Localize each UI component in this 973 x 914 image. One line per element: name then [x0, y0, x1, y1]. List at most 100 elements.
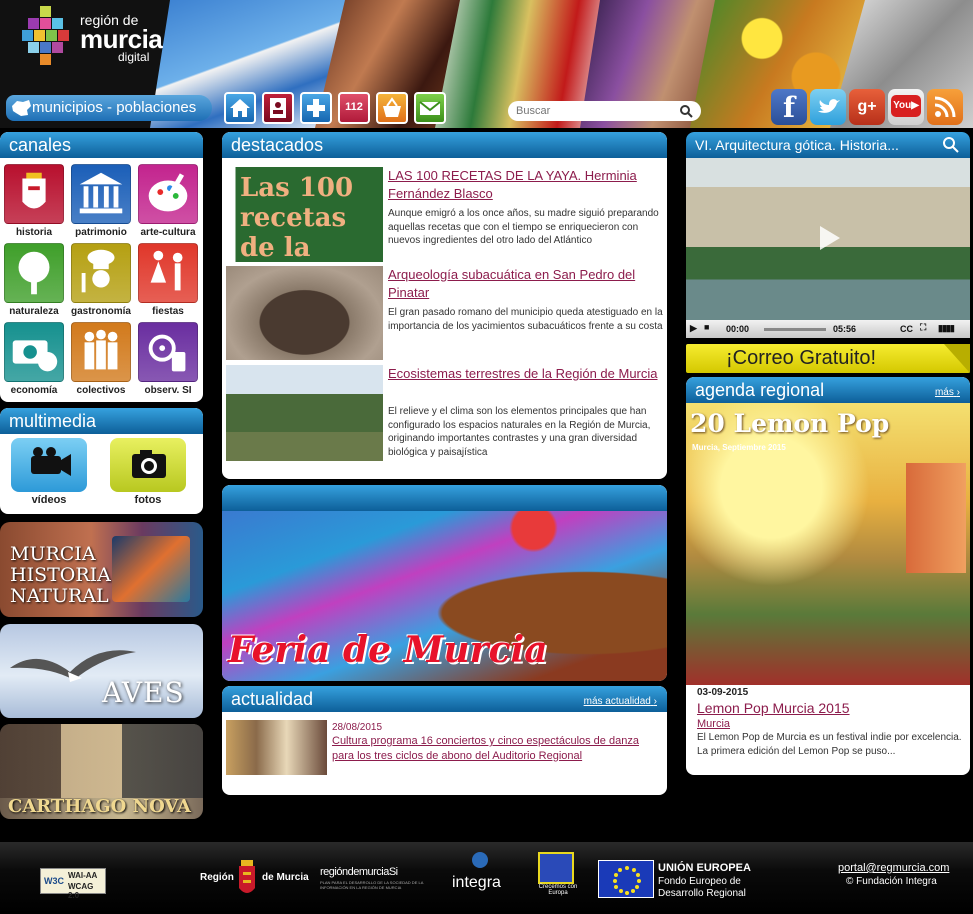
volume-icon[interactable]: ▮▮▮▮: [938, 323, 955, 334]
directory-button[interactable]: [262, 92, 294, 124]
correo-gratuito-button[interactable]: ¡Correo Gratuito!: [686, 344, 970, 373]
control-play-icon[interactable]: ▶: [690, 323, 697, 334]
channel-historia[interactable]: historia: [2, 164, 66, 242]
twitter-button[interactable]: [810, 89, 846, 125]
regionsi-logo[interactable]: regióndemurciaSi PLAN PARA EL DESARROLLO…: [320, 866, 426, 896]
news-item-link[interactable]: Cultura programa 16 conciertos y cinco e…: [332, 734, 652, 764]
w3c-badge[interactable]: W3C WAI-AA WCAG 2.0: [40, 868, 106, 900]
facebook-button[interactable]: f: [771, 89, 807, 125]
crecemos-logo[interactable]: Crecemos con Europa: [538, 852, 578, 904]
channel-colectivos[interactable]: colectivos: [69, 322, 133, 400]
video-frame[interactable]: [686, 158, 970, 320]
agenda-poster[interactable]: 20 Lemon Pop Murcia, Septiembre 2015: [686, 403, 970, 685]
googleplus-button[interactable]: g+: [849, 89, 885, 125]
fullscreen-icon[interactable]: ⛶: [920, 322, 926, 333]
channel-observ-si[interactable]: observ. SI: [136, 322, 200, 400]
w3c-label: W3C: [44, 876, 64, 886]
satellite-icon: [138, 322, 198, 382]
eu-stars-icon: [613, 866, 641, 895]
page-root: región de murcia digital municipios - po…: [0, 0, 973, 914]
wai-label: WAI-AA: [68, 871, 98, 880]
search-icon[interactable]: [679, 104, 693, 118]
channel-arte-cultura[interactable]: arte-cultura: [136, 164, 200, 242]
historia-natural-line2: HISTORIA: [10, 564, 111, 586]
youtube-button[interactable]: You▶: [888, 89, 924, 125]
youtube-icon: You▶: [891, 95, 921, 117]
feria-banner-text: Feria de Murcia: [228, 629, 548, 671]
chef-icon: [71, 243, 131, 303]
shopping-button[interactable]: [376, 92, 408, 124]
more-news-link[interactable]: más actualidad ›: [584, 696, 657, 707]
murcia-historia-natural-banner[interactable]: MURCIA HISTORIA NATURAL: [0, 522, 203, 617]
channel-label: arte-cultura: [140, 227, 196, 238]
video-progress-track[interactable]: [764, 328, 826, 331]
featured-image-ecosistemas[interactable]: [226, 365, 383, 461]
twitter-icon: [818, 99, 840, 113]
eu-flag-icon[interactable]: [598, 860, 654, 898]
rss-icon: [934, 96, 956, 118]
featured-desc-recetas: Aunque emigró a los once años, su madre …: [388, 208, 659, 246]
emergency-112-button[interactable]: 112: [338, 92, 370, 124]
mail-button[interactable]: [414, 92, 446, 124]
channel-naturaleza[interactable]: naturaleza: [2, 243, 66, 321]
carthago-nova-banner[interactable]: CARTHAGO NOVA: [0, 724, 203, 819]
featured-title-recetas[interactable]: LAS 100 RECETAS DE LA YAYA. Herminia Fer…: [388, 167, 663, 203]
channel-fiestas[interactable]: fiestas: [136, 243, 200, 321]
more-news-label: más actualidad: [583, 696, 651, 707]
captions-button[interactable]: CC: [900, 324, 913, 334]
news-item-image[interactable]: [226, 720, 327, 775]
channel-patrimonio[interactable]: patrimonio: [69, 164, 133, 242]
featured-title-arqueologia[interactable]: Arqueología subacuática en San Pedro del…: [388, 266, 663, 302]
featured-title: destacados: [222, 132, 667, 158]
video-title: VI. Arquitectura gótica. Historia...: [695, 137, 899, 153]
featured-panel: destacados Las 100 recetas de la YaYa LA…: [222, 132, 667, 479]
photos-button[interactable]: [110, 438, 186, 492]
channel-gastronomía[interactable]: gastronomía: [69, 243, 133, 321]
agenda-more-link[interactable]: más ›: [935, 387, 960, 398]
multimedia-title: multimedia: [0, 408, 203, 434]
region-left-text: Región: [200, 872, 234, 883]
carthago-figures: [0, 724, 203, 798]
money-icon: [4, 322, 64, 382]
carthago-text: CARTHAGO NOVA: [8, 796, 191, 817]
videos-button[interactable]: [11, 438, 87, 492]
contact-book-icon: [270, 98, 286, 118]
site-logo[interactable]: región de murcia digital: [22, 6, 172, 68]
header: región de murcia digital municipios - po…: [0, 0, 973, 128]
municipios-button[interactable]: municipios - poblaciones: [6, 95, 212, 121]
aves-banner[interactable]: AVES: [0, 624, 203, 718]
region-coat-of-arms-icon[interactable]: [234, 858, 260, 900]
region-right-text: de Murcia: [262, 872, 309, 883]
channel-label: gastronomía: [70, 306, 131, 317]
zoom-icon[interactable]: [942, 136, 960, 154]
cross-icon: [307, 99, 325, 117]
video-current-time: 00:00: [726, 324, 750, 334]
regionsi-subtitle: PLAN PARA EL DESARROLLO DE LA SOCIEDAD D…: [320, 880, 424, 890]
search-input[interactable]: [508, 101, 668, 121]
featured-desc-arqueologia: El gran pasado romano del municipio qued…: [388, 307, 663, 332]
basket-icon: [383, 97, 401, 117]
eu-line2: Desarrollo Regional: [658, 888, 746, 899]
play-icon[interactable]: [808, 218, 848, 258]
home-button[interactable]: [224, 92, 256, 124]
agenda-place[interactable]: Murcia: [697, 718, 730, 730]
health-button[interactable]: [300, 92, 332, 124]
featured-image-arqueologia[interactable]: [226, 266, 383, 360]
agenda-event-title[interactable]: Lemon Pop Murcia 2015: [697, 700, 850, 716]
footer: W3C WAI-AA WCAG 2.0 Región de Murcia reg…: [0, 842, 973, 914]
poster-building: [906, 463, 966, 573]
contact-email-link[interactable]: portal@regmurcia.com: [838, 862, 949, 874]
integra-logo[interactable]: integra: [450, 852, 512, 904]
rss-button[interactable]: [927, 89, 963, 125]
feria-banner-head: [222, 485, 667, 511]
agenda-title: agenda regional: [686, 377, 970, 403]
control-stop-icon[interactable]: ■: [704, 322, 709, 332]
featured-image-recetas[interactable]: Las 100 recetas de la YaYa: [226, 167, 383, 262]
agenda-desc: El Lemon Pop de Murcia es un festival in…: [697, 732, 962, 757]
correo-label: ¡Correo Gratuito!: [726, 347, 877, 369]
featured-title-ecosistemas[interactable]: Ecosistemas terrestres de la Región de M…: [388, 365, 663, 383]
featured-desc-ecosistemas: El relieve y el clima son los elementos …: [388, 406, 651, 458]
feria-banner-image[interactable]: Feria de Murcia: [222, 511, 667, 681]
logo-mosaic-icon: [22, 6, 70, 65]
channel-economía[interactable]: economía: [2, 322, 66, 400]
